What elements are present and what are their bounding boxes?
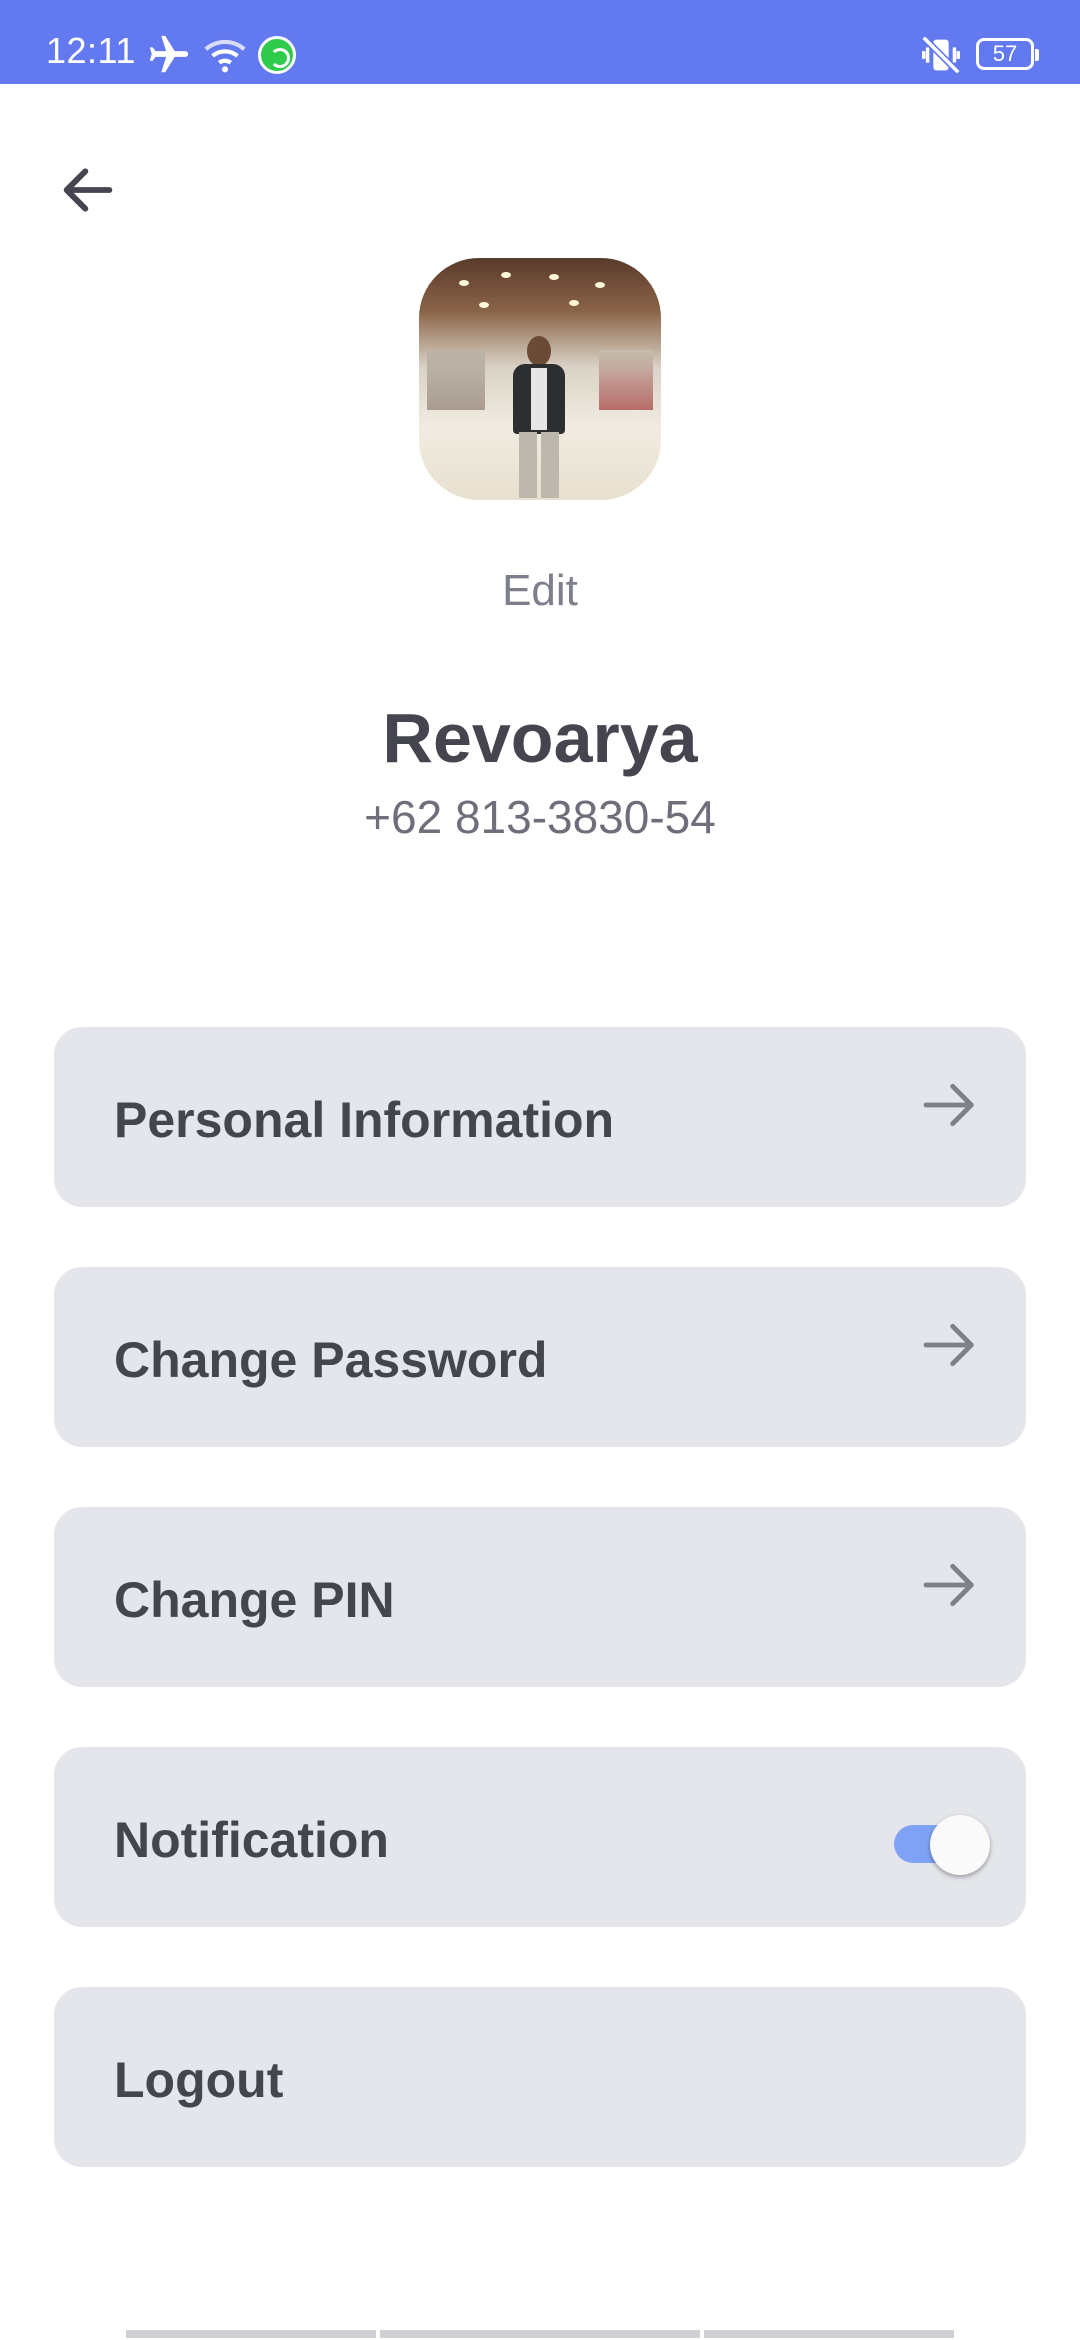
nav-handle bbox=[380, 2330, 700, 2338]
notification-toggle[interactable] bbox=[888, 1807, 990, 1875]
menu-item-label: Personal Information bbox=[114, 1092, 615, 1148]
wifi-icon bbox=[202, 32, 248, 83]
avatar[interactable] bbox=[419, 258, 661, 500]
change-pin-button[interactable]: Change PIN bbox=[54, 1507, 1026, 1687]
battery-indicator: 57 bbox=[976, 38, 1039, 70]
arrow-right-icon bbox=[923, 1083, 974, 1127]
status-time: 12:11 bbox=[46, 30, 136, 71]
arrow-right-icon bbox=[923, 1563, 974, 1607]
toggle-knob bbox=[930, 1815, 990, 1875]
user-phone: +62 813-3830-54 bbox=[364, 791, 716, 843]
menu-item-label: Change Password bbox=[114, 1332, 548, 1388]
nav-handle bbox=[126, 2330, 376, 2338]
user-name: Revoarya bbox=[382, 699, 698, 777]
edit-photo-link[interactable]: Edit bbox=[0, 566, 1080, 616]
menu-item-label: Notification bbox=[114, 1812, 389, 1868]
arrow-left-icon bbox=[63, 168, 113, 212]
whatsapp-icon bbox=[258, 36, 296, 74]
nav-handle bbox=[704, 2330, 954, 2338]
airplane-icon bbox=[146, 32, 192, 83]
logout-button[interactable]: Logout bbox=[54, 1987, 1026, 2167]
change-password-button[interactable]: Change Password bbox=[54, 1267, 1026, 1447]
vibrate-icon bbox=[918, 32, 964, 83]
notification-row: Notification bbox=[54, 1747, 1026, 1927]
menu-item-label: Logout bbox=[114, 2052, 284, 2108]
personal-information-button[interactable]: Personal Information bbox=[54, 1027, 1026, 1207]
arrow-right-icon bbox=[923, 1323, 974, 1367]
menu-item-label: Change PIN bbox=[114, 1572, 395, 1628]
status-bar: 12:11 57 bbox=[0, 0, 1080, 84]
back-button[interactable] bbox=[48, 150, 128, 230]
